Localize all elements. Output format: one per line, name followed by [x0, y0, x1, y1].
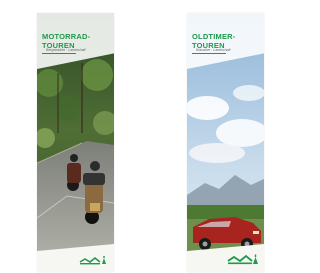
subtitle-underline	[42, 53, 76, 54]
oldtimertouren-brochure[interactable]: OLDTIMER- TOUREN Klassiker · Landschaft	[187, 13, 264, 272]
brochure-title-line1: OLDTIMER-	[192, 32, 236, 41]
brand-logo-icon	[227, 254, 258, 265]
brand-logo-icon	[79, 256, 106, 265]
brochure-title-line1: MOTORRAD-	[42, 32, 91, 41]
subtitle-underline	[192, 53, 226, 54]
brochure-subtitle: Bergstraßen · Landschaft	[46, 48, 86, 52]
brochure-subtitle: Klassiker · Landschaft	[196, 48, 231, 52]
motorradtouren-brochure[interactable]: MOTORRAD- TOUREN Bergstraßen · Landschaf…	[37, 13, 114, 272]
